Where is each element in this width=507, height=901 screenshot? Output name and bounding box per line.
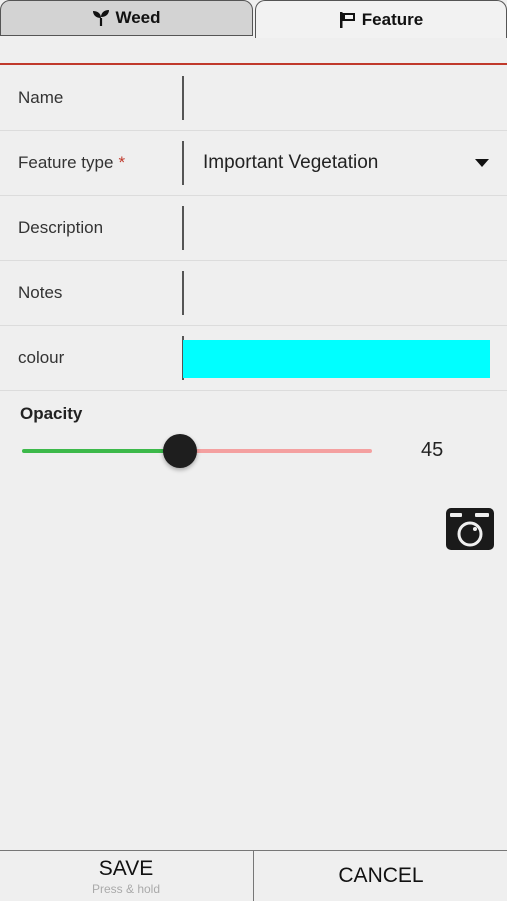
- tab-feature-label: Feature: [361, 9, 424, 29]
- feature-type-label: Feature type *: [18, 131, 125, 195]
- name-input[interactable]: [203, 66, 493, 130]
- required-mark: *: [118, 153, 126, 172]
- slider-fill: [22, 449, 180, 453]
- action-bar: SAVE Press & hold CANCEL: [0, 850, 507, 901]
- colour-row: colour: [0, 326, 507, 391]
- field-separator: [182, 76, 184, 120]
- feature-type-row: Feature type * Important Vegetation: [0, 131, 507, 196]
- cancel-button[interactable]: CANCEL: [253, 851, 507, 901]
- flag-icon: [339, 11, 355, 28]
- save-button[interactable]: SAVE Press & hold: [0, 851, 252, 901]
- save-hint: Press & hold: [91, 881, 161, 896]
- sprout-icon: [93, 10, 110, 26]
- save-label: SAVE: [98, 856, 154, 880]
- feature-type-label-text: Feature type: [18, 153, 114, 172]
- notes-input[interactable]: [203, 261, 493, 325]
- accent-divider: [0, 63, 507, 65]
- tab-feature[interactable]: Feature: [255, 0, 507, 38]
- notes-row: Notes: [0, 261, 507, 326]
- field-separator: [182, 271, 184, 315]
- camera-button[interactable]: [445, 507, 495, 551]
- name-row: Name: [0, 66, 507, 131]
- opacity-value: 45: [421, 439, 444, 461]
- slider-thumb[interactable]: [162, 434, 197, 468]
- description-row: Description: [0, 196, 507, 261]
- dropdown-caret-icon[interactable]: [475, 159, 489, 167]
- colour-swatch[interactable]: [183, 340, 490, 378]
- notes-label: Notes: [18, 283, 63, 302]
- description-label: Description: [18, 218, 104, 237]
- opacity-slider[interactable]: [22, 434, 372, 468]
- feature-type-select[interactable]: Important Vegetation: [203, 131, 378, 195]
- tab-bar: Weed Feature: [0, 0, 507, 38]
- name-label: Name: [18, 88, 64, 107]
- camera-icon: [446, 508, 494, 550]
- field-separator: [182, 206, 184, 250]
- cancel-label: CANCEL: [338, 864, 424, 887]
- tab-weed[interactable]: Weed: [0, 0, 253, 36]
- tab-weed-label: Weed: [115, 8, 161, 27]
- description-input[interactable]: [203, 196, 493, 260]
- slider-track: [179, 449, 372, 453]
- field-separator: [182, 141, 184, 185]
- colour-label: colour: [18, 348, 65, 367]
- opacity-label: Opacity: [20, 404, 83, 423]
